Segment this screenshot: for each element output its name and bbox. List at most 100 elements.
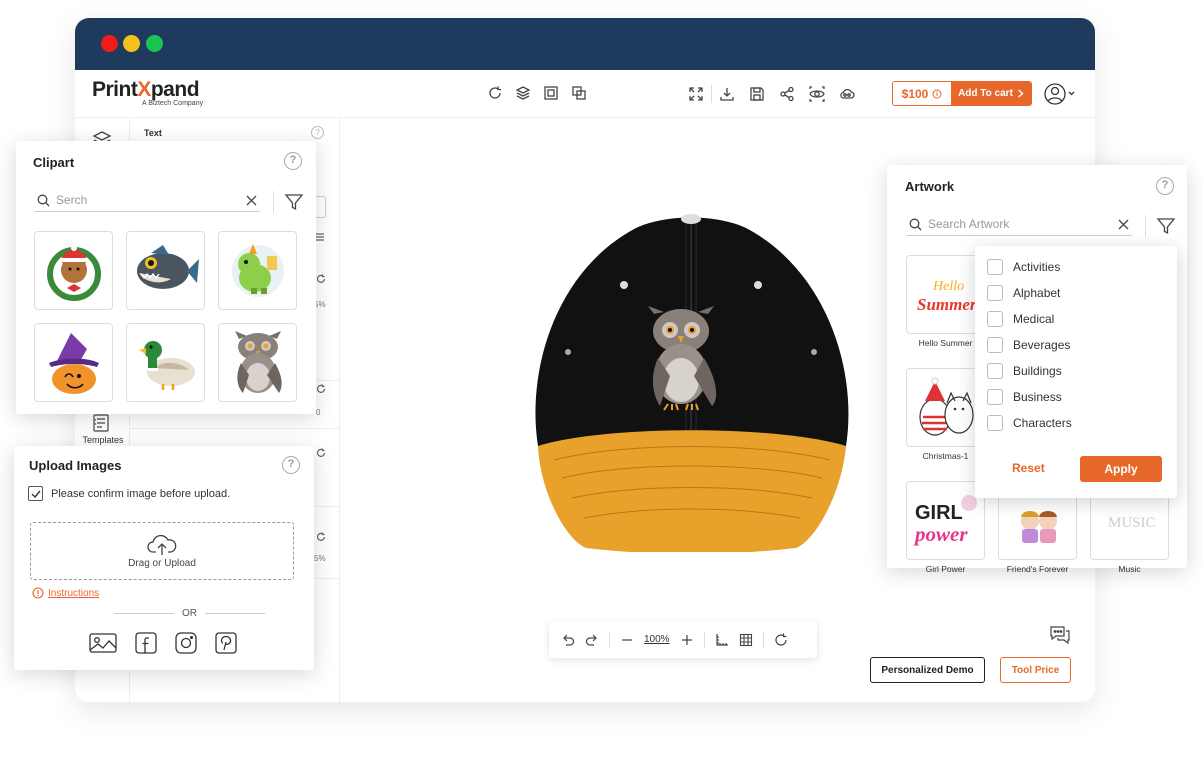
clear-search-icon[interactable] (246, 195, 257, 206)
cloud-icon[interactable] (839, 86, 855, 102)
filter-checkbox[interactable] (987, 336, 1003, 353)
save-icon[interactable] (749, 86, 765, 102)
preview-eye-icon[interactable] (809, 86, 825, 102)
group-icon[interactable] (543, 85, 559, 101)
confirm-image-label: Please confirm image before upload. (51, 487, 231, 500)
filter-checkbox[interactable] (987, 414, 1003, 431)
clipart-item-dinosaur[interactable] (218, 231, 297, 310)
clipart-item-teddy-bear[interactable] (34, 231, 113, 310)
cap-product-image[interactable] (526, 210, 856, 552)
clear-search-icon[interactable] (1118, 219, 1129, 230)
printxpand-logo[interactable]: PrintXpand A Biztech Company (92, 78, 203, 107)
hello-summer-image: Hello Summer (917, 279, 977, 314)
artwork-item[interactable]: GIRL power Girl Power (906, 481, 985, 574)
arrange-icon[interactable] (571, 85, 587, 101)
artwork-item[interactable]: Hello Summer Hello Summer (906, 255, 985, 348)
clipart-search-input[interactable] (34, 188, 260, 212)
clipart-item-pumpkin[interactable] (34, 323, 113, 402)
art-text-music: MUSIC (1108, 515, 1156, 531)
rotate-small-icon[interactable] (316, 448, 326, 458)
confirm-image-checkbox[interactable] (28, 486, 43, 501)
close-window-button[interactable] (101, 35, 118, 52)
filter-option-beverages[interactable]: Beverages (987, 336, 1072, 353)
price-cart-group: $100 Add To cart (892, 81, 1032, 106)
instructions-link[interactable]: Instructions (32, 587, 99, 599)
filter-option-characters[interactable]: Characters (987, 414, 1072, 431)
filter-option-label: Buildings (1013, 363, 1062, 378)
pinterest-icon[interactable] (215, 632, 237, 654)
help-icon[interactable]: ? (1156, 177, 1174, 195)
rotate-small-icon[interactable] (316, 384, 326, 394)
filter-icon[interactable] (1156, 216, 1176, 236)
filter-icon[interactable] (284, 192, 304, 212)
separator (609, 631, 610, 648)
help-icon[interactable]: ? (284, 152, 302, 170)
filter-option-label: Medical (1013, 311, 1055, 326)
facebook-icon[interactable] (135, 632, 157, 654)
zoom-out-icon[interactable] (620, 633, 634, 647)
undo-icon[interactable] (561, 633, 575, 647)
logo-subtitle: A Biztech Company (142, 100, 204, 107)
info-icon[interactable] (932, 89, 942, 99)
ruler-icon[interactable] (715, 633, 729, 647)
filter-option-activities[interactable]: Activities (987, 258, 1072, 275)
filter-checkbox[interactable] (987, 284, 1003, 301)
rotate-icon[interactable] (487, 85, 503, 101)
filter-option-buildings[interactable]: Buildings (987, 362, 1072, 379)
girl-power-image: GIRL power (913, 494, 977, 546)
add-to-cart-button[interactable]: Add To cart (951, 82, 1031, 105)
filter-reset-button[interactable]: Reset (1012, 461, 1045, 475)
personalized-demo-button[interactable]: Personalized Demo (870, 657, 985, 683)
templates-icon[interactable] (93, 414, 109, 432)
help-icon[interactable]: ? (282, 456, 300, 474)
minimize-window-button[interactable] (123, 35, 140, 52)
clipart-item-piranha[interactable] (126, 231, 205, 310)
filter-option-alphabet[interactable]: Alphabet (987, 284, 1072, 301)
tool-price-label: Tool Price (1011, 664, 1060, 676)
piranha-image (136, 244, 199, 289)
filter-checkbox[interactable] (987, 258, 1003, 275)
filter-checkbox[interactable] (987, 362, 1003, 379)
cart-label: Add To cart (958, 88, 1013, 99)
rotate-small-icon[interactable] (316, 274, 326, 284)
instagram-icon[interactable] (175, 632, 197, 654)
clipart-item-duck[interactable] (126, 323, 205, 402)
filter-option-business[interactable]: Business (987, 388, 1072, 405)
artwork-search-input[interactable] (906, 212, 1132, 236)
upload-dropzone[interactable]: Drag or Upload (30, 522, 294, 580)
download-icon[interactable] (719, 86, 735, 102)
tool-price-button[interactable]: Tool Price (1000, 657, 1071, 683)
filter-option-medical[interactable]: Medical (987, 310, 1072, 327)
divider-line (205, 613, 265, 614)
help-icon[interactable]: ? (311, 126, 324, 139)
divider (130, 428, 340, 429)
maximize-window-button[interactable] (146, 35, 163, 52)
art-text-summer: Summer (917, 295, 977, 314)
filter-apply-button[interactable]: Apply (1080, 456, 1162, 482)
gallery-icon[interactable] (89, 632, 117, 654)
redo-icon[interactable] (585, 633, 599, 647)
clipart-grid (34, 231, 297, 402)
templates-label[interactable]: Templates (79, 435, 127, 445)
user-avatar-icon[interactable] (1043, 81, 1077, 107)
top-toolbar: PrintXpand A Biztech Company $100 Add To… (75, 70, 1095, 118)
confirm-image-row[interactable]: Please confirm image before upload. (28, 486, 230, 501)
artwork-label: Christmas-1 (922, 451, 969, 461)
share-icon[interactable] (779, 86, 795, 102)
or-label: OR (182, 608, 197, 619)
chat-icon[interactable] (1048, 624, 1072, 646)
layers-icon[interactable] (515, 85, 531, 101)
grid-icon[interactable] (739, 633, 753, 647)
clipart-item-owl[interactable] (218, 323, 297, 402)
filter-checkbox[interactable] (987, 388, 1003, 405)
zoom-in-icon[interactable] (680, 633, 694, 647)
clipart-panel: Clipart ? (16, 141, 316, 414)
fullscreen-icon[interactable] (688, 86, 704, 102)
friends-forever-image (1020, 510, 1057, 543)
artwork-item[interactable]: Christmas-1 (906, 368, 985, 461)
rotate-small-icon[interactable] (316, 532, 326, 542)
zoom-level[interactable]: 100% (644, 634, 670, 645)
divider-line (114, 613, 174, 614)
filter-checkbox[interactable] (987, 310, 1003, 327)
reset-rotate-icon[interactable] (774, 633, 788, 647)
